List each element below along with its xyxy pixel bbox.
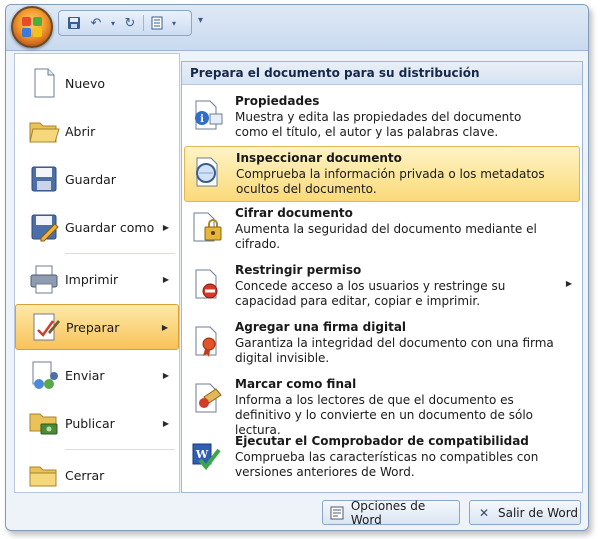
item-desc: Concede acceso a los usuarios y restring… (235, 279, 506, 308)
submenu-arrow-icon: ▶ (162, 274, 169, 284)
menu-item-guardar[interactable]: Guardar (15, 156, 179, 202)
submenu-item-propiedades[interactable]: i Propiedades Muestra y edita las propie… (184, 90, 580, 146)
submenu-item-marcar-final[interactable]: Marcar como final Informa a los lectores… (184, 373, 580, 437)
publish-icon (27, 406, 61, 440)
undo-dropdown-icon[interactable]: ▾ (109, 14, 117, 32)
menu-label: Abrir (65, 123, 96, 139)
item-desc: Muestra y edita las propiedades del docu… (235, 110, 522, 139)
menu-item-abrir[interactable]: Abrir (15, 108, 179, 154)
item-title: Ejecutar el Comprobador de compatibilida… (235, 434, 529, 448)
send-icon (27, 358, 61, 392)
new-document-icon (27, 66, 61, 100)
undo-icon[interactable]: ↶ (87, 14, 105, 32)
office-menu-window: ↶ ▾ ↻ ▾ ▾ Nuevo Abrir Guardar Guardar co… (5, 4, 589, 531)
menu-label: Preparar (66, 319, 120, 335)
menu-item-preparar[interactable]: Preparar ▶ (15, 304, 179, 350)
print-preview-icon[interactable] (148, 14, 166, 32)
submenu-arrow-icon: ▶ (162, 222, 169, 232)
save-icon[interactable] (65, 14, 83, 32)
compatibility-icon: W (190, 438, 224, 472)
item-title: Propiedades (235, 94, 320, 108)
menu-item-publicar[interactable]: Publicar ▶ (15, 400, 179, 446)
customize-toolbar-icon[interactable]: ▾ (198, 15, 210, 31)
exit-word-label: Salir de Word (498, 505, 579, 520)
open-folder-icon (27, 114, 61, 148)
item-desc: Comprueba las características no compati… (235, 450, 539, 479)
inspect-icon (191, 155, 225, 189)
properties-icon: i (190, 98, 224, 132)
menu-item-nuevo[interactable]: Nuevo (15, 60, 179, 106)
printer-icon (27, 262, 61, 296)
toolbar-separator (143, 15, 144, 31)
submenu-item-compatibilidad[interactable]: W Ejecutar el Comprobador de compatibili… (184, 430, 580, 486)
submenu-item-cifrar[interactable]: Cifrar documento Aumenta la seguridad de… (184, 202, 580, 258)
close-icon: ✕ (478, 505, 490, 520)
encrypt-icon (190, 210, 224, 244)
redo-icon[interactable]: ↻ (121, 14, 139, 32)
menu-label: Guardar (65, 171, 116, 187)
panel-header: Prepara el documento para su distribució… (182, 62, 582, 85)
menu-label: Guardar como (65, 219, 155, 235)
submenu-arrow-icon: ▶ (162, 418, 169, 428)
submenu-arrow-icon: ▶ (565, 279, 572, 288)
svg-text:i: i (200, 114, 204, 125)
office-logo-icon (22, 17, 42, 37)
item-desc: Garantiza la integridad del documento co… (235, 336, 554, 365)
signature-icon (190, 324, 224, 358)
menu-item-enviar[interactable]: Enviar ▶ (15, 352, 179, 398)
item-desc: Aumenta la seguridad del documento media… (235, 222, 537, 251)
menu-item-cerrar[interactable]: Cerrar (15, 452, 179, 498)
quick-access-toolbar: ↶ ▾ ↻ ▾ (58, 10, 192, 36)
menu-item-guardar-como[interactable]: Guardar como ▶ (15, 204, 179, 250)
print-dropdown-icon[interactable]: ▾ (170, 14, 178, 32)
close-folder-icon (27, 458, 61, 492)
submenu-arrow-icon: ▶ (161, 322, 168, 332)
submenu-item-inspeccionar[interactable]: Inspeccionar documento Comprueba la info… (184, 146, 580, 202)
menu-item-imprimir[interactable]: Imprimir ▶ (15, 256, 179, 302)
prepare-submenu-panel: Prepara el documento para su distribució… (181, 61, 583, 493)
item-title: Cifrar documento (235, 206, 353, 220)
submenu-item-restringir[interactable]: Restringir permiso Concede acceso a los … (184, 259, 580, 315)
item-title: Restringir permiso (235, 263, 362, 277)
file-menu-left: Nuevo Abrir Guardar Guardar como ▶ Impri… (14, 53, 180, 493)
submenu-item-firma-digital[interactable]: Agregar una firma digital Garantiza la i… (184, 316, 580, 372)
prepare-icon (28, 310, 62, 344)
menu-label: Cerrar (65, 467, 105, 483)
menu-label: Imprimir (65, 271, 119, 287)
menu-label: Nuevo (65, 75, 106, 91)
office-button[interactable] (11, 6, 53, 48)
title-bar: ↶ ▾ ↻ ▾ ▾ (6, 5, 588, 51)
item-title: Marcar como final (235, 377, 357, 391)
svg-text:W: W (195, 448, 209, 461)
word-options-button[interactable]: Opciones de Word (322, 498, 460, 527)
item-desc: Comprueba la información privada o los m… (236, 167, 545, 196)
word-options-label: Opciones de Word (350, 498, 426, 527)
mark-final-icon (190, 381, 224, 415)
menu-separator (65, 253, 175, 254)
menu-label: Publicar (65, 415, 115, 431)
submenu-arrow-icon: ▶ (162, 370, 169, 380)
item-title: Agregar una firma digital (235, 320, 407, 334)
menu-separator (65, 449, 175, 450)
menu-label: Enviar (65, 367, 105, 383)
save-as-icon (27, 210, 61, 244)
item-title: Inspeccionar documento (236, 151, 402, 165)
restrict-icon (190, 267, 224, 301)
options-icon (329, 505, 345, 521)
save-disk-icon (27, 162, 61, 196)
exit-word-button[interactable]: ✕ Salir de Word (469, 500, 581, 525)
